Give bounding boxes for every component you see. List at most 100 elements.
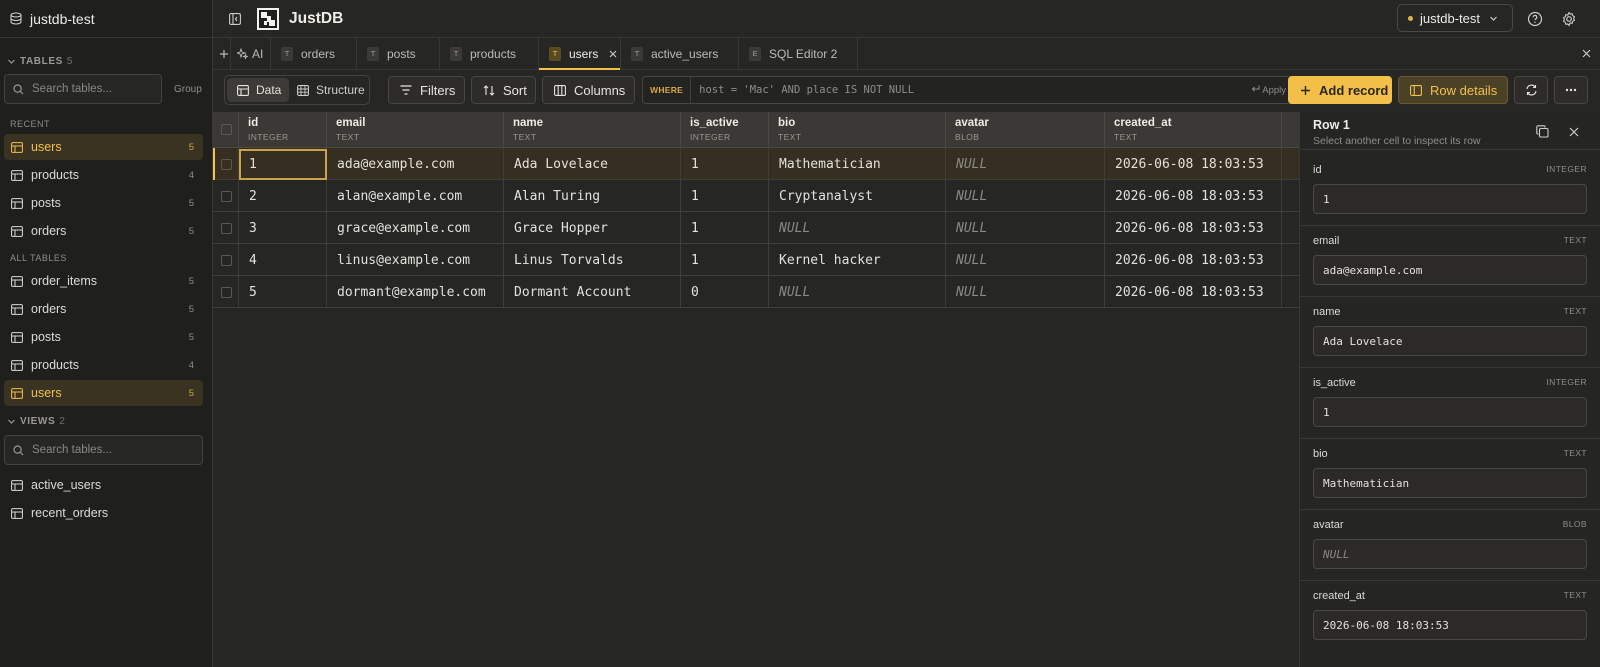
row-details-button[interactable]: Row details (1398, 76, 1508, 104)
cell-created-at[interactable]: 2026-06-08 18:03:53 (1105, 148, 1282, 180)
field-value-input[interactable]: Mathematician (1313, 468, 1587, 498)
view-search-input[interactable]: Search tables... (4, 435, 203, 465)
field-value-input[interactable]: 1 (1313, 184, 1587, 214)
table-item-posts[interactable]: posts 5 (4, 324, 203, 350)
cell-name[interactable]: Linus Torvalds (504, 244, 681, 276)
table-row[interactable]: 1 ada@example.com Ada Lovelace 1 Mathematici… (213, 148, 1299, 180)
cell-avatar[interactable]: NULL (946, 180, 1105, 212)
connection-selector[interactable]: justdb-test (1397, 4, 1513, 32)
cell-is-active[interactable]: 1 (681, 244, 769, 276)
cell-is-active[interactable]: 1 (681, 180, 769, 212)
tab-sql-editor-2[interactable]: E SQL Editor 2 (739, 38, 858, 69)
column-header-created-at[interactable]: created_at TEXT (1105, 112, 1282, 148)
cell-created-at[interactable]: 2026-06-08 18:03:53 (1105, 276, 1282, 308)
field-value-input[interactable]: NULL (1313, 539, 1587, 569)
view-item-active-users[interactable]: active_users (4, 472, 203, 498)
row-checkbox[interactable] (221, 222, 232, 234)
tab-orders[interactable]: T orders (271, 38, 357, 69)
cell-email[interactable]: ada@example.com (327, 148, 504, 180)
views-section-header[interactable]: VIEWS 2 (0, 410, 65, 432)
cell-name[interactable]: Grace Hopper (504, 212, 681, 244)
columns-button[interactable]: Columns (542, 76, 635, 104)
add-record-button[interactable]: Add record (1288, 76, 1392, 104)
cell-bio[interactable]: NULL (769, 276, 946, 308)
row-checkbox[interactable] (221, 286, 232, 298)
settings-gear-icon[interactable] (1561, 11, 1577, 27)
cell-id[interactable]: 5 (239, 276, 327, 308)
table-search-input[interactable]: Search tables... (4, 74, 162, 104)
column-header-is-active[interactable]: is_active INTEGER (681, 112, 769, 148)
tables-section-header[interactable]: TABLES 5 (0, 50, 73, 72)
view-item-recent-orders[interactable]: recent_orders (4, 500, 203, 526)
column-header-bio[interactable]: bio TEXT (769, 112, 946, 148)
cell-bio[interactable]: Mathematician (769, 148, 946, 180)
refresh-button[interactable] (1514, 76, 1548, 104)
cell-email[interactable]: linus@example.com (327, 244, 504, 276)
cell-name[interactable]: Alan Turing (504, 180, 681, 212)
tab-posts[interactable]: T posts (357, 38, 440, 69)
recent-item-posts[interactable]: posts 5 (4, 190, 203, 216)
structure-view-button[interactable]: Structure (297, 78, 365, 102)
cell-bio[interactable]: Cryptanalyst (769, 180, 946, 212)
cell-email[interactable]: alan@example.com (327, 180, 504, 212)
ai-tab[interactable]: AI (231, 38, 271, 69)
sort-button[interactable]: Sort (471, 76, 536, 104)
cell-id[interactable]: 4 (239, 244, 327, 276)
column-header-name[interactable]: name TEXT (504, 112, 681, 148)
table-item-users[interactable]: users 5 (4, 380, 203, 406)
tab-products[interactable]: T products (440, 38, 539, 69)
close-all-tabs-icon[interactable] (1582, 49, 1591, 58)
table-row[interactable]: 4 linus@example.com Linus Torvalds 1 Kernel … (213, 244, 1299, 276)
row-checkbox[interactable] (221, 254, 232, 266)
cell-created-at[interactable]: 2026-06-08 18:03:53 (1105, 180, 1282, 212)
cell-email[interactable]: dormant@example.com (327, 276, 504, 308)
cell-created-at[interactable]: 2026-06-08 18:03:53 (1105, 244, 1282, 276)
field-value-input[interactable]: ada@example.com (1313, 255, 1587, 285)
field-value-input[interactable]: 1 (1313, 397, 1587, 427)
table-row[interactable]: 3 grace@example.com Grace Hopper 1 NULL NULL 2… (213, 212, 1299, 244)
recent-item-orders[interactable]: orders 5 (4, 218, 203, 244)
table-item-orders[interactable]: orders 5 (4, 296, 203, 322)
cell-name[interactable]: Ada Lovelace (504, 148, 681, 180)
where-clause-input[interactable]: WHERE host = 'Mac' AND place IS NOT NULL… (642, 76, 1295, 104)
column-header-avatar[interactable]: avatar BLOB (946, 112, 1105, 148)
cell-avatar[interactable]: NULL (946, 148, 1105, 180)
recent-item-products[interactable]: products 4 (4, 162, 203, 188)
cell-name[interactable]: Dormant Account (504, 276, 681, 308)
field-value-input[interactable]: Ada Lovelace (1313, 326, 1587, 356)
data-view-button[interactable]: Data (227, 78, 289, 102)
table-item-order-items[interactable]: order_items 5 (4, 268, 203, 294)
recent-item-users[interactable]: users 5 (4, 134, 203, 160)
copy-icon[interactable] (1536, 125, 1549, 138)
cell-id[interactable]: 3 (239, 212, 327, 244)
cell-email[interactable]: grace@example.com (327, 212, 504, 244)
cell-is-active[interactable]: 1 (681, 212, 769, 244)
cell-created-at[interactable]: 2026-06-08 18:03:53 (1105, 212, 1282, 244)
group-toggle[interactable]: Group (174, 84, 202, 95)
column-header-email[interactable]: email TEXT (327, 112, 504, 148)
cell-id[interactable]: 2 (239, 180, 327, 212)
tab-active-users[interactable]: T active_users (621, 38, 739, 69)
more-options-button[interactable] (1554, 76, 1588, 104)
cell-avatar[interactable]: NULL (946, 244, 1105, 276)
cell-bio[interactable]: NULL (769, 212, 946, 244)
field-value-input[interactable]: 2026-06-08 18:03:53 (1313, 610, 1587, 640)
close-tab-icon[interactable] (609, 50, 617, 58)
cell-is-active[interactable]: 1 (681, 148, 769, 180)
help-icon[interactable] (1527, 11, 1543, 27)
select-all-checkbox[interactable] (221, 124, 232, 135)
cell-bio[interactable]: Kernel hacker (769, 244, 946, 276)
filters-button[interactable]: Filters (388, 76, 465, 104)
row-checkbox[interactable] (221, 158, 232, 170)
cell-avatar[interactable]: NULL (946, 276, 1105, 308)
sidebar-toggle-icon[interactable] (229, 12, 241, 25)
database-header[interactable]: justdb-test (0, 0, 212, 38)
close-panel-icon[interactable] (1569, 127, 1579, 137)
cell-avatar[interactable]: NULL (946, 212, 1105, 244)
table-row[interactable]: 5 dormant@example.com Dormant Account 0 NULL… (213, 276, 1299, 308)
tab-users[interactable]: T users (539, 38, 621, 70)
new-tab-button[interactable] (213, 38, 231, 69)
cell-is-active[interactable]: 0 (681, 276, 769, 308)
table-item-products[interactable]: products 4 (4, 352, 203, 378)
table-row[interactable]: 2 alan@example.com Alan Turing 1 Cryptanalys… (213, 180, 1299, 212)
